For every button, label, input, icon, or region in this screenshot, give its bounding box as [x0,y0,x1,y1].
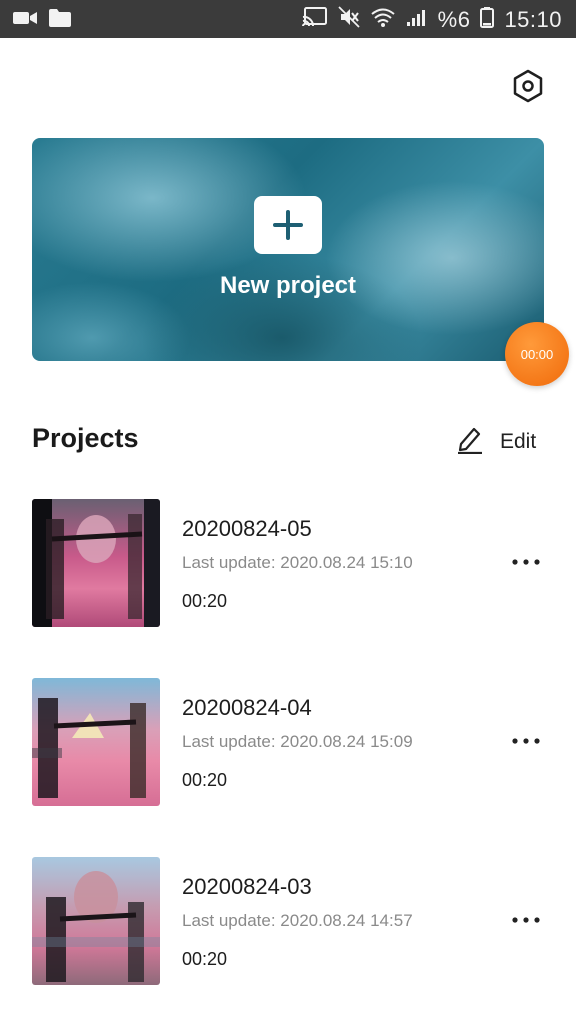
project-thumbnail [32,678,160,806]
project-duration: 00:20 [182,949,228,969]
project-name: 20200824-04 [182,695,312,720]
project-duration: 00:20 [182,770,228,790]
project-duration: 00:20 [182,591,228,611]
battery-percent: %6 [437,7,471,32]
project-item[interactable]: 20200824-03 Last update: 2020.08.24 14:5… [32,857,552,985]
battery-icon [480,6,495,34]
clock: 15:10 [504,7,562,32]
settings-button[interactable] [510,69,546,108]
project-thumbnail [32,857,160,985]
project-thumbnail [32,499,160,627]
folder-icon [48,8,72,33]
project-last-update: Last update: 2020.08.24 15:10 [182,553,413,572]
more-options-icon[interactable] [508,730,544,752]
project-last-update: Last update: 2020.08.24 15:09 [182,732,413,751]
new-project-button[interactable]: New project [32,138,544,361]
more-options-icon[interactable] [508,551,544,573]
edit-label: Edit [500,429,537,453]
edit-button[interactable]: Edit [456,424,536,459]
cast-icon [301,6,328,34]
signal-icon [406,7,428,33]
mute-icon [338,6,360,34]
add-icon [254,196,322,254]
status-bar: %6 15:10 [0,0,576,38]
video-icon [12,9,38,32]
project-last-update: Last update: 2020.08.24 14:57 [182,911,413,930]
wifi-icon [370,6,396,34]
projects-title: Projects [32,423,139,453]
project-name: 20200824-03 [182,874,312,899]
hexagon-gear-icon [512,69,544,108]
pencil-icon [456,424,484,459]
project-name: 20200824-05 [182,516,312,541]
project-item[interactable]: 20200824-04 Last update: 2020.08.24 15:0… [32,678,552,806]
more-options-icon[interactable] [508,909,544,931]
floating-timer-button[interactable]: 00:00 [505,322,569,386]
new-project-label: New project [219,272,357,299]
project-item[interactable]: 20200824-05 Last update: 2020.08.24 15:1… [32,499,552,627]
